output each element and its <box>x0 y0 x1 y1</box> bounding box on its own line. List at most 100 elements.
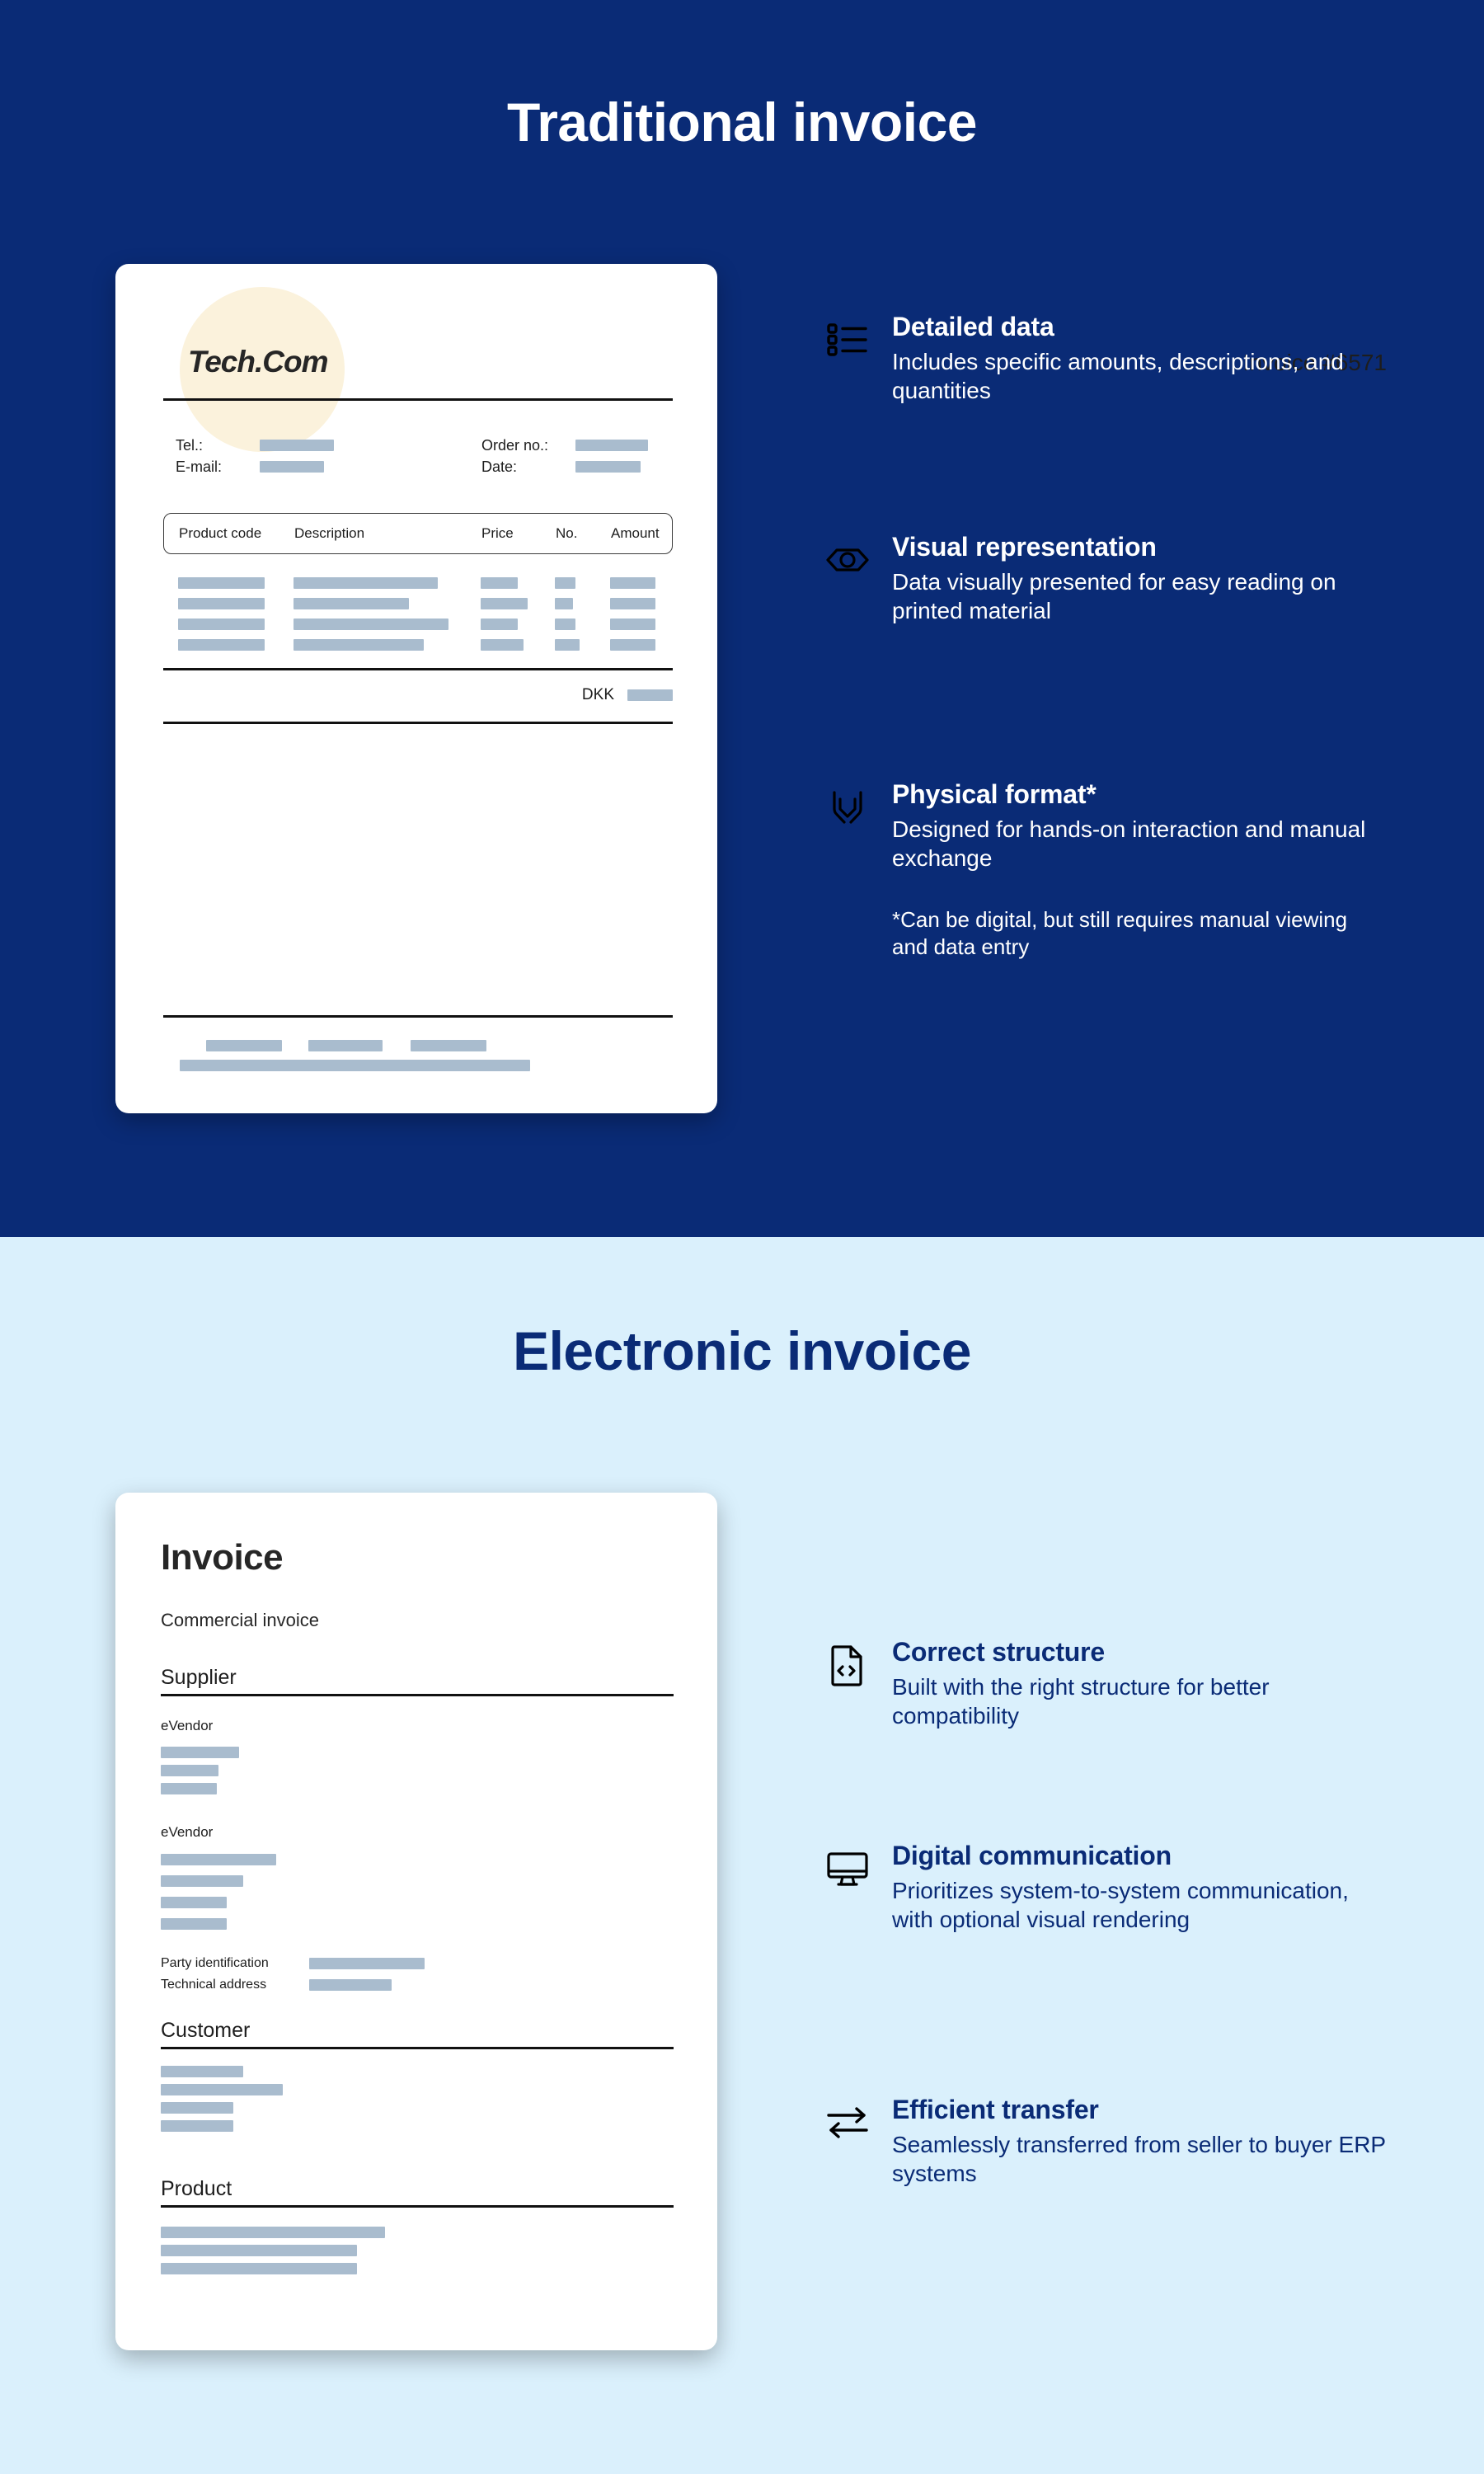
cell-placeholder <box>481 639 524 651</box>
table-row <box>163 639 673 660</box>
column-header-price: Price <box>481 525 514 541</box>
cell-placeholder <box>481 618 518 630</box>
e-invoice-party-name: eVendor <box>161 1824 214 1840</box>
total-amount-placeholder <box>627 689 673 701</box>
value-placeholder <box>161 2227 385 2238</box>
feature-description: Built with the right structure for bette… <box>892 1674 1270 1729</box>
cell-placeholder <box>555 618 575 630</box>
cell-placeholder <box>610 577 655 589</box>
feature-heading: Efficient transfer <box>892 2095 1099 2124</box>
cell-placeholder <box>294 577 438 589</box>
total-row: DKK <box>163 686 673 704</box>
feature-description: Data visually presented for easy reading… <box>892 569 1336 624</box>
e-invoice-section-heading: Product <box>161 2177 232 2200</box>
feature-body: Correct structure Built with the right st… <box>892 1637 1387 1731</box>
electronic-section-title: Electronic invoice <box>513 1320 971 1381</box>
header-divider <box>163 398 673 401</box>
value-placeholder <box>161 2120 233 2132</box>
field-value-placeholder <box>575 440 648 451</box>
value-placeholder <box>309 1979 392 1991</box>
value-placeholder <box>161 2084 283 2095</box>
invoice-order-block: Order no.: Date: <box>481 435 648 477</box>
e-invoice-subtitle: Commercial invoice <box>161 1610 319 1630</box>
section-divider <box>161 2205 674 2208</box>
field-row: Tel.: <box>176 435 334 456</box>
invoice-footer-placeholders <box>163 1033 673 1083</box>
value-placeholder <box>309 1958 425 1969</box>
value-placeholder <box>161 2066 243 2077</box>
value-placeholder <box>161 1897 227 1908</box>
footer-placeholder <box>206 1040 282 1051</box>
feature-item: Physical format* Designed for hands-on in… <box>824 779 1387 962</box>
invoice-contact-block: Tel.: E-mail: <box>176 435 334 477</box>
cell-placeholder <box>555 598 573 609</box>
monitor-icon <box>824 1841 871 1935</box>
traditional-section-title: Traditional invoice <box>507 92 977 153</box>
column-header-product-code: Product code <box>179 525 262 541</box>
feature-description: Includes specific amounts, descriptions,… <box>892 349 1344 404</box>
line-items-table-header: Product code Description Price No. Amoun… <box>163 513 673 554</box>
section-divider <box>161 1694 674 1696</box>
field-value-placeholder <box>260 461 324 473</box>
cell-placeholder <box>178 577 265 589</box>
footer-divider <box>163 1015 673 1018</box>
transfer-arrows-icon <box>824 2095 871 2189</box>
field-label: Order no.: <box>481 436 549 454</box>
hands-icon <box>824 779 871 962</box>
field-row: Date: <box>481 456 648 477</box>
field-label: Tel.: <box>176 436 204 454</box>
table-row <box>163 618 673 639</box>
value-placeholder <box>161 1783 217 1794</box>
eye-icon <box>824 532 871 626</box>
section-divider <box>161 2047 674 2049</box>
field-row: Order no.: <box>481 435 648 456</box>
cell-placeholder <box>294 618 448 630</box>
field-row: E-mail: <box>176 456 334 477</box>
table-row <box>163 577 673 598</box>
feature-heading: Detailed data <box>892 312 1054 341</box>
file-code-icon <box>824 1637 871 1731</box>
feature-body: Efficient transfer Seamlessly transferred… <box>892 2095 1387 2189</box>
cell-placeholder <box>178 618 265 630</box>
e-invoice-section-heading: Customer <box>161 2019 251 2042</box>
feature-description: Designed for hands-on interaction and ma… <box>892 816 1366 872</box>
value-placeholder <box>161 2263 357 2274</box>
value-placeholder <box>161 1918 227 1930</box>
field-label: E-mail: <box>176 458 223 475</box>
column-header-no: No. <box>556 525 578 541</box>
cell-placeholder <box>294 598 409 609</box>
e-invoice-field-label: Technical address <box>161 1978 267 1992</box>
value-placeholder <box>161 2102 233 2114</box>
feature-item: Detailed data Includes specific amounts, … <box>824 312 1387 406</box>
e-invoice-party-name: eVendor <box>161 1718 214 1733</box>
list-icon <box>824 312 871 406</box>
infographic-page: Traditional invoice Tech.Com Invoice #65… <box>0 0 1484 2474</box>
totals-divider-bottom <box>163 722 673 724</box>
cell-placeholder <box>481 598 528 609</box>
footer-placeholder <box>411 1040 486 1051</box>
cell-placeholder <box>610 639 655 651</box>
e-invoice-title: Invoice <box>161 1537 284 1578</box>
feature-footnote: *Can be digital, but still requires manu… <box>892 906 1348 960</box>
feature-item: Visual representation Data visually prese… <box>824 532 1387 626</box>
value-placeholder <box>161 1875 243 1887</box>
footer-placeholder <box>180 1060 530 1071</box>
feature-body: Digital communication Prioritizes system-… <box>892 1841 1387 1935</box>
invoice-logo: Tech.Com <box>188 345 328 379</box>
field-value-placeholder <box>260 440 334 451</box>
value-placeholder <box>161 1854 276 1865</box>
field-value-placeholder <box>575 461 641 473</box>
feature-item: Correct structure Built with the right st… <box>824 1637 1387 1731</box>
column-header-description: Description <box>294 525 365 541</box>
line-items-rows <box>163 577 673 660</box>
cell-placeholder <box>178 639 265 651</box>
value-placeholder <box>161 1765 218 1776</box>
footer-row <box>163 1033 673 1058</box>
feature-heading: Visual representation <box>892 532 1157 562</box>
feature-body: Visual representation Data visually prese… <box>892 532 1387 626</box>
feature-heading: Digital communication <box>892 1841 1172 1870</box>
currency-label: DKK <box>581 686 614 703</box>
footer-row <box>163 1058 673 1083</box>
feature-description: Prioritizes system-to-system communicati… <box>892 1878 1349 1933</box>
cell-placeholder <box>610 598 655 609</box>
